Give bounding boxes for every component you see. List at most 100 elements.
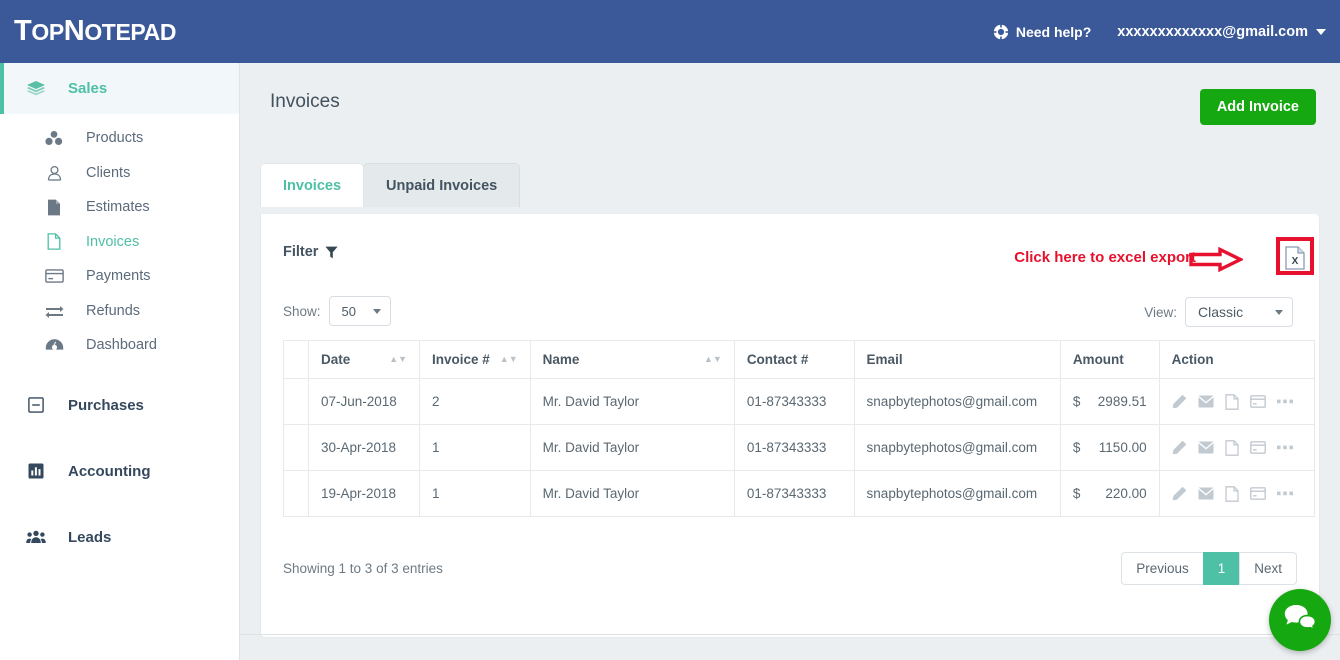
credit-card-icon[interactable] bbox=[1249, 441, 1266, 454]
envelope-icon[interactable] bbox=[1197, 441, 1214, 454]
show-entries-select[interactable]: 50 bbox=[328, 296, 391, 326]
logo-op: OP bbox=[31, 19, 64, 45]
cell-contact: 01-87343333 bbox=[733, 424, 855, 471]
sidebar-group-purchases[interactable]: Purchases bbox=[0, 380, 239, 431]
chat-widget-button[interactable] bbox=[1269, 589, 1331, 651]
cell-email: snapbytephotos@gmail.com bbox=[853, 378, 1061, 425]
sidebar-group-leads[interactable]: Leads bbox=[0, 512, 239, 563]
credit-card-icon[interactable] bbox=[1249, 487, 1266, 500]
invoices-table: Date ▲▼ Invoice # ▲▼ Name ▲▼ Contact # E… bbox=[283, 340, 1316, 517]
cell-date: 30-Apr-2018 bbox=[307, 424, 421, 471]
edit-pencil-icon[interactable] bbox=[1172, 440, 1187, 455]
more-ellipsis-icon[interactable] bbox=[1276, 445, 1293, 450]
chevron-down-icon bbox=[1275, 310, 1283, 315]
cell-email: snapbytephotos@gmail.com bbox=[853, 470, 1061, 517]
amount-value: 220.00 bbox=[1105, 486, 1147, 501]
column-header-select bbox=[283, 340, 309, 379]
view-mode-select[interactable]: Classic bbox=[1185, 297, 1293, 327]
sidebar-group-sales[interactable]: Sales bbox=[0, 63, 239, 114]
cell-email: snapbytephotos@gmail.com bbox=[853, 424, 1061, 471]
top-header-bar: TOPNOTEPAD Need help? xxxxxxxxxxxxx@gmai… bbox=[0, 0, 1340, 63]
row-select-cell[interactable] bbox=[283, 470, 309, 517]
pdf-icon[interactable] bbox=[1224, 393, 1239, 410]
sidebar-item-invoices[interactable]: Invoices bbox=[0, 225, 239, 260]
logo-t: T bbox=[14, 15, 32, 47]
add-invoice-button[interactable]: Add Invoice bbox=[1199, 89, 1316, 125]
show-entries-value: 50 bbox=[341, 303, 356, 319]
sidebar-item-payments[interactable]: Payments bbox=[0, 259, 239, 294]
entries-summary: Showing 1 to 3 of 3 entries bbox=[283, 561, 443, 576]
sidebar-nav: Sales Products Clients Estimates Invoice… bbox=[0, 63, 240, 660]
dashboard-icon bbox=[44, 338, 64, 353]
column-header-email: Email bbox=[853, 340, 1061, 379]
sidebar-group-accounting[interactable]: Accounting bbox=[0, 446, 239, 497]
column-header-contact: Contact # bbox=[733, 340, 855, 379]
table-row[interactable]: 07-Jun-2018 2 Mr. David Taylor 01-873433… bbox=[283, 378, 1316, 425]
row-select-cell[interactable] bbox=[283, 424, 309, 471]
column-header-date[interactable]: Date ▲▼ bbox=[307, 340, 421, 379]
column-header-invoice-no[interactable]: Invoice # ▲▼ bbox=[419, 340, 531, 379]
filter-label: Filter bbox=[283, 244, 319, 260]
currency-symbol: $ bbox=[1072, 394, 1081, 409]
column-label-date: Date bbox=[321, 352, 351, 367]
user-account-menu[interactable]: xxxxxxxxxxxxx@gmail.com bbox=[1117, 24, 1326, 40]
tab-unpaid-invoices[interactable]: Unpaid Invoices bbox=[363, 163, 521, 207]
credit-card-icon[interactable] bbox=[1249, 395, 1266, 408]
currency-symbol: $ bbox=[1072, 486, 1081, 501]
tab-invoices[interactable]: Invoices bbox=[260, 163, 365, 207]
row-select-cell[interactable] bbox=[283, 378, 309, 425]
envelope-icon[interactable] bbox=[1197, 395, 1214, 408]
view-mode-control: View: Classic bbox=[1144, 297, 1293, 327]
view-label: View: bbox=[1144, 304, 1177, 320]
cell-amount: $ 220.00 bbox=[1059, 470, 1160, 517]
funnel-icon bbox=[325, 246, 339, 259]
svg-text:X: X bbox=[1292, 256, 1299, 267]
sort-icon: ▲▼ bbox=[703, 354, 722, 364]
column-label-invoice-no: Invoice # bbox=[432, 352, 490, 367]
main-content: Invoices Add Invoice Invoices Unpaid Inv… bbox=[240, 63, 1340, 660]
pdf-icon[interactable] bbox=[1224, 439, 1239, 456]
table-header-row: Date ▲▼ Invoice # ▲▼ Name ▲▼ Contact # E… bbox=[283, 340, 1316, 379]
filter-toggle[interactable]: Filter bbox=[283, 244, 339, 260]
edit-pencil-icon[interactable] bbox=[1172, 486, 1187, 501]
table-body: 07-Jun-2018 2 Mr. David Taylor 01-873433… bbox=[283, 378, 1316, 517]
need-help-label: Need help? bbox=[1015, 23, 1092, 40]
pagination-page-1[interactable]: 1 bbox=[1202, 552, 1241, 585]
sidebar-item-label-refunds: Refunds bbox=[86, 302, 141, 319]
more-ellipsis-icon[interactable] bbox=[1276, 399, 1293, 404]
cell-name: Mr. David Taylor bbox=[529, 424, 735, 471]
sidebar-item-estimates[interactable]: Estimates bbox=[0, 190, 239, 225]
document-icon bbox=[44, 199, 64, 216]
sort-icon: ▲▼ bbox=[389, 354, 408, 364]
amount-value: 2989.51 bbox=[1097, 394, 1147, 409]
column-header-name[interactable]: Name ▲▼ bbox=[529, 340, 735, 379]
sidebar-item-label-dashboard: Dashboard bbox=[86, 337, 157, 354]
need-help-link[interactable]: Need help? bbox=[993, 24, 1091, 40]
more-ellipsis-icon[interactable] bbox=[1276, 491, 1293, 496]
cell-actions bbox=[1158, 378, 1316, 425]
sidebar-item-clients[interactable]: Clients bbox=[0, 156, 239, 191]
pdf-icon[interactable] bbox=[1224, 485, 1239, 502]
cell-amount: $ 2989.51 bbox=[1059, 378, 1160, 425]
chat-bubbles-icon bbox=[1283, 603, 1317, 638]
app-logo[interactable]: TOPNOTEPAD bbox=[0, 15, 176, 48]
pagination-previous[interactable]: Previous bbox=[1121, 552, 1204, 585]
envelope-icon[interactable] bbox=[1197, 487, 1214, 500]
edit-pencil-icon[interactable] bbox=[1172, 394, 1187, 409]
cell-invoice-no: 1 bbox=[419, 470, 531, 517]
sidebar-item-refunds[interactable]: Refunds bbox=[0, 294, 239, 329]
header-right-actions: Need help? xxxxxxxxxxxxx@gmail.com bbox=[993, 24, 1340, 40]
table-row[interactable]: 30-Apr-2018 1 Mr. David Taylor 01-873433… bbox=[283, 424, 1316, 471]
sidebar-item-label-products: Products bbox=[86, 130, 144, 147]
users-icon bbox=[26, 530, 46, 544]
sidebar-item-products[interactable]: Products bbox=[0, 121, 239, 156]
table-row[interactable]: 19-Apr-2018 1 Mr. David Taylor 01-873433… bbox=[283, 470, 1316, 517]
chevron-down-icon bbox=[1316, 28, 1326, 35]
sidebar-item-label-invoices: Invoices bbox=[86, 233, 140, 250]
logo-n: N bbox=[63, 15, 85, 47]
cell-contact: 01-87343333 bbox=[733, 470, 855, 517]
cell-contact: 01-87343333 bbox=[733, 378, 855, 425]
sidebar-item-dashboard[interactable]: Dashboard bbox=[0, 328, 239, 363]
pagination-next[interactable]: Next bbox=[1239, 552, 1297, 585]
